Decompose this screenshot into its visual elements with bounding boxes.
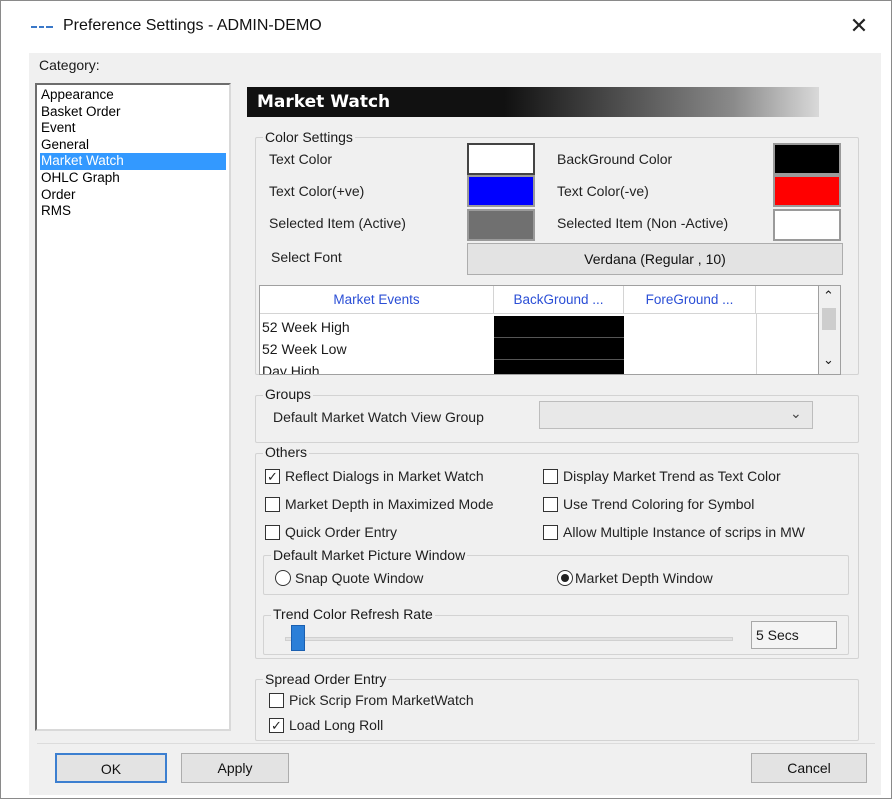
dialog-body: Category: Appearance Basket Order Event …: [29, 53, 881, 795]
trend-refresh-slider-track[interactable]: [285, 637, 733, 641]
title-bar: Preference Settings - ADMIN-DEMO ✕: [1, 1, 891, 53]
pick-scrip-checkbox[interactable]: [269, 693, 284, 708]
trend-refresh-slider-thumb[interactable]: [291, 625, 305, 651]
quick-order-entry-label: Quick Order Entry: [285, 524, 398, 540]
reflect-dialogs-checkbox[interactable]: ✓: [265, 469, 280, 484]
scroll-up-icon[interactable]: ⌃: [823, 288, 834, 304]
category-list[interactable]: Appearance Basket Order Event General Ma…: [35, 83, 231, 731]
snap-quote-radio[interactable]: [275, 570, 291, 586]
table-row-event[interactable]: 52 Week Low: [260, 338, 494, 360]
display-trend-text-color-checkbox[interactable]: [543, 469, 558, 484]
load-long-roll-checkbox[interactable]: ✓: [269, 718, 284, 733]
text-color-positive-label: Text Color(+ve): [269, 183, 365, 199]
default-view-group-select[interactable]: ⌄: [539, 401, 813, 429]
trend-coloring-symbol-label: Use Trend Coloring for Symbol: [563, 496, 755, 512]
display-trend-text-color-label: Display Market Trend as Text Color: [563, 468, 781, 484]
others-title: Others: [263, 444, 310, 460]
market-depth-maximized-checkbox[interactable]: [265, 497, 280, 512]
snap-quote-label: Snap Quote Window: [295, 570, 424, 586]
column-divider: [756, 314, 757, 374]
column-header-foreground[interactable]: ForeGround ...: [624, 286, 756, 314]
apply-button[interactable]: Apply: [181, 753, 289, 783]
category-item-appearance[interactable]: Appearance: [40, 87, 226, 104]
scroll-thumb[interactable]: [822, 308, 836, 330]
market-depth-radio[interactable]: [557, 570, 573, 586]
background-color-label: BackGround Color: [557, 151, 673, 167]
category-item-general[interactable]: General: [40, 137, 226, 154]
category-item-basket-order[interactable]: Basket Order: [40, 104, 226, 121]
table-row-event[interactable]: Day High: [260, 360, 494, 374]
selected-item-nonactive-label: Selected Item (Non -Active): [557, 215, 729, 231]
category-item-ohlc-graph[interactable]: OHLC Graph: [40, 170, 226, 187]
pick-scrip-label: Pick Scrip From MarketWatch: [289, 692, 474, 708]
allow-multiple-instance-label: Allow Multiple Instance of scrips in MW: [563, 524, 805, 540]
close-icon[interactable]: ✕: [841, 11, 877, 41]
table-row-background-color[interactable]: [494, 316, 624, 338]
scroll-down-icon[interactable]: ⌄: [823, 352, 834, 368]
allow-multiple-instance-checkbox[interactable]: [543, 525, 558, 540]
background-color-swatch[interactable]: [773, 143, 841, 175]
quick-order-entry-checkbox[interactable]: [265, 525, 280, 540]
selected-item-active-label: Selected Item (Active): [269, 215, 406, 231]
trend-refresh-value: 5 Secs: [751, 621, 837, 649]
chevron-down-icon[interactable]: ⌄: [790, 405, 802, 422]
reflect-dialogs-label: Reflect Dialogs in Market Watch: [285, 468, 484, 484]
select-font-button[interactable]: Verdana (Regular , 10): [467, 243, 843, 275]
market-events-table[interactable]: Market Events BackGround ... ForeGround …: [259, 285, 819, 375]
table-vertical-scrollbar[interactable]: ⌃ ⌄: [819, 285, 841, 375]
category-item-market-watch[interactable]: Market Watch: [40, 153, 226, 170]
page-title: Market Watch: [247, 87, 819, 117]
market-depth-label: Market Depth Window: [575, 570, 713, 586]
picture-window-title: Default Market Picture Window: [271, 547, 468, 563]
selected-item-active-swatch[interactable]: [467, 209, 535, 241]
column-header-market-events[interactable]: Market Events: [260, 286, 494, 314]
table-row-background-color[interactable]: [494, 338, 624, 360]
app-icon: [31, 22, 53, 32]
table-row-background-color[interactable]: [494, 360, 624, 374]
spread-order-title: Spread Order Entry: [263, 671, 389, 687]
text-color-positive-swatch[interactable]: [467, 175, 535, 207]
text-color-label: Text Color: [269, 151, 333, 167]
ok-button[interactable]: OK: [55, 753, 167, 783]
preference-settings-window: Preference Settings - ADMIN-DEMO ✕ Categ…: [0, 0, 892, 799]
category-item-event[interactable]: Event: [40, 120, 226, 137]
category-label: Category:: [39, 57, 100, 73]
select-font-label: Select Font: [271, 249, 342, 265]
color-settings-title: Color Settings: [263, 129, 355, 145]
category-item-order[interactable]: Order: [40, 187, 226, 204]
table-row-event[interactable]: 52 Week High: [260, 316, 494, 338]
category-item-rms[interactable]: RMS: [40, 203, 226, 220]
text-color-negative-label: Text Color(-ve): [557, 183, 649, 199]
column-header-empty: [756, 286, 818, 314]
trend-refresh-title: Trend Color Refresh Rate: [271, 606, 435, 622]
column-header-background[interactable]: BackGround ...: [494, 286, 624, 314]
cancel-button[interactable]: Cancel: [751, 753, 867, 783]
text-color-swatch[interactable]: [467, 143, 535, 175]
trend-coloring-symbol-checkbox[interactable]: [543, 497, 558, 512]
text-color-negative-swatch[interactable]: [773, 175, 841, 207]
selected-item-nonactive-swatch[interactable]: [773, 209, 841, 241]
default-view-group-label: Default Market Watch View Group: [273, 409, 484, 425]
groups-title: Groups: [263, 386, 313, 402]
window-title: Preference Settings - ADMIN-DEMO: [63, 17, 322, 34]
market-depth-maximized-label: Market Depth in Maximized Mode: [285, 496, 494, 512]
load-long-roll-label: Load Long Roll: [289, 717, 384, 733]
